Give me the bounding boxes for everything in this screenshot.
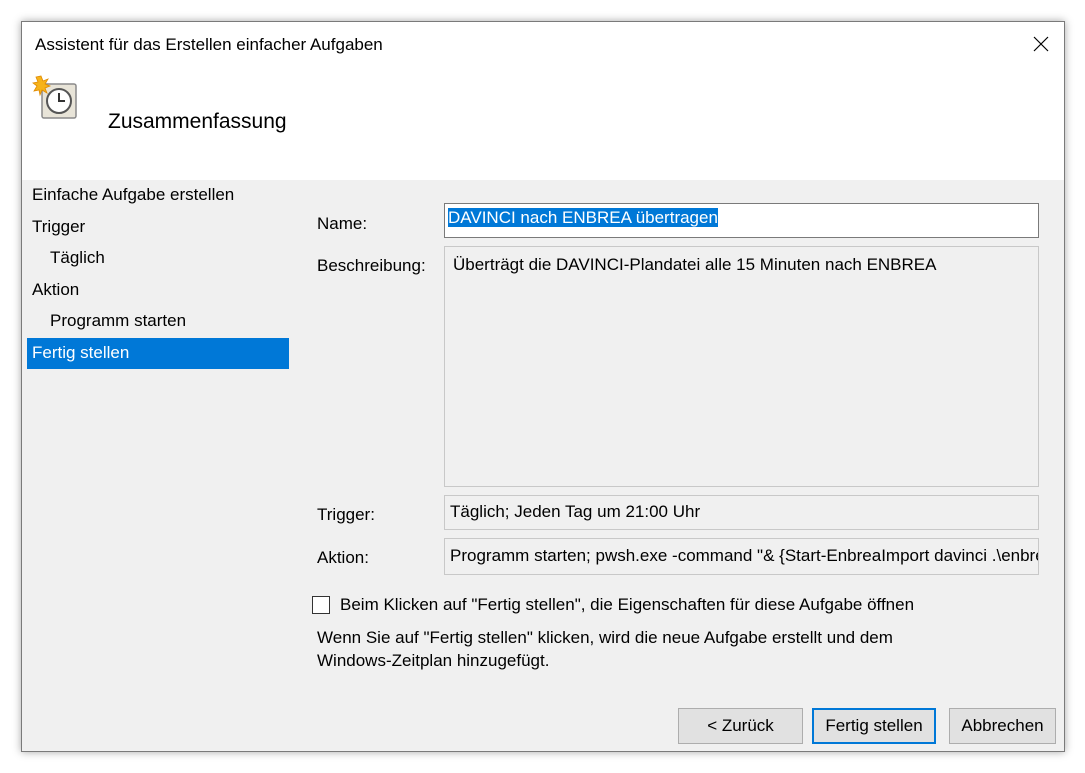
description-field[interactable]: Überträgt die DAVINCI-Plandatei alle 15 …	[444, 246, 1039, 487]
sidebar-item-create-task[interactable]: Einfache Aufgabe erstellen	[27, 180, 289, 212]
sidebar-item-finish[interactable]: Fertig stellen	[27, 337, 289, 369]
open-properties-checkbox[interactable]	[312, 596, 330, 614]
close-icon	[1033, 36, 1049, 52]
trigger-field[interactable]: Täglich; Jeden Tag um 21:00 Uhr	[444, 495, 1039, 530]
sidebar-item-trigger[interactable]: Trigger	[27, 212, 289, 244]
scheduled-task-clock-icon	[32, 75, 77, 119]
cancel-button[interactable]: Abbrechen	[949, 708, 1056, 744]
action-label: Aktion:	[317, 548, 369, 567]
open-properties-option[interactable]: Beim Klicken auf "Fertig stellen", die E…	[312, 595, 914, 615]
sidebar-item-action[interactable]: Aktion	[27, 275, 289, 307]
name-field[interactable]: DAVINCI nach ENBREA übertragen	[444, 203, 1039, 238]
sidebar-item-start-program[interactable]: Programm starten	[27, 306, 289, 338]
info-text-line1: Wenn Sie auf "Fertig stellen" klicken, w…	[317, 628, 893, 647]
title-bar: Assistent für das Erstellen einfacher Au…	[22, 22, 1064, 66]
trigger-label: Trigger:	[317, 505, 375, 524]
wizard-dialog: Assistent für das Erstellen einfacher Au…	[21, 21, 1065, 752]
info-text: Wenn Sie auf "Fertig stellen" klicken, w…	[317, 626, 957, 672]
finish-button[interactable]: Fertig stellen	[812, 708, 936, 744]
name-value: DAVINCI nach ENBREA übertragen	[448, 208, 718, 227]
sidebar-item-daily[interactable]: Täglich	[27, 243, 289, 275]
window-title: Assistent für das Erstellen einfacher Au…	[35, 35, 383, 54]
page-title: Zusammenfassung	[108, 110, 287, 133]
description-label: Beschreibung:	[317, 256, 426, 275]
back-button[interactable]: < Zurück	[678, 708, 803, 744]
close-button[interactable]	[1018, 22, 1064, 66]
action-field[interactable]: Programm starten; pwsh.exe -command "& {…	[444, 538, 1039, 575]
name-label: Name:	[317, 214, 368, 233]
wizard-steps-sidebar: Einfache Aufgabe erstellen Trigger Tägli…	[27, 180, 289, 369]
open-properties-label: Beim Klicken auf "Fertig stellen", die E…	[340, 595, 915, 614]
wizard-header: Zusammenfassung	[22, 66, 1064, 180]
info-text-line2: Windows-Zeitplan hinzugefügt.	[317, 651, 550, 670]
